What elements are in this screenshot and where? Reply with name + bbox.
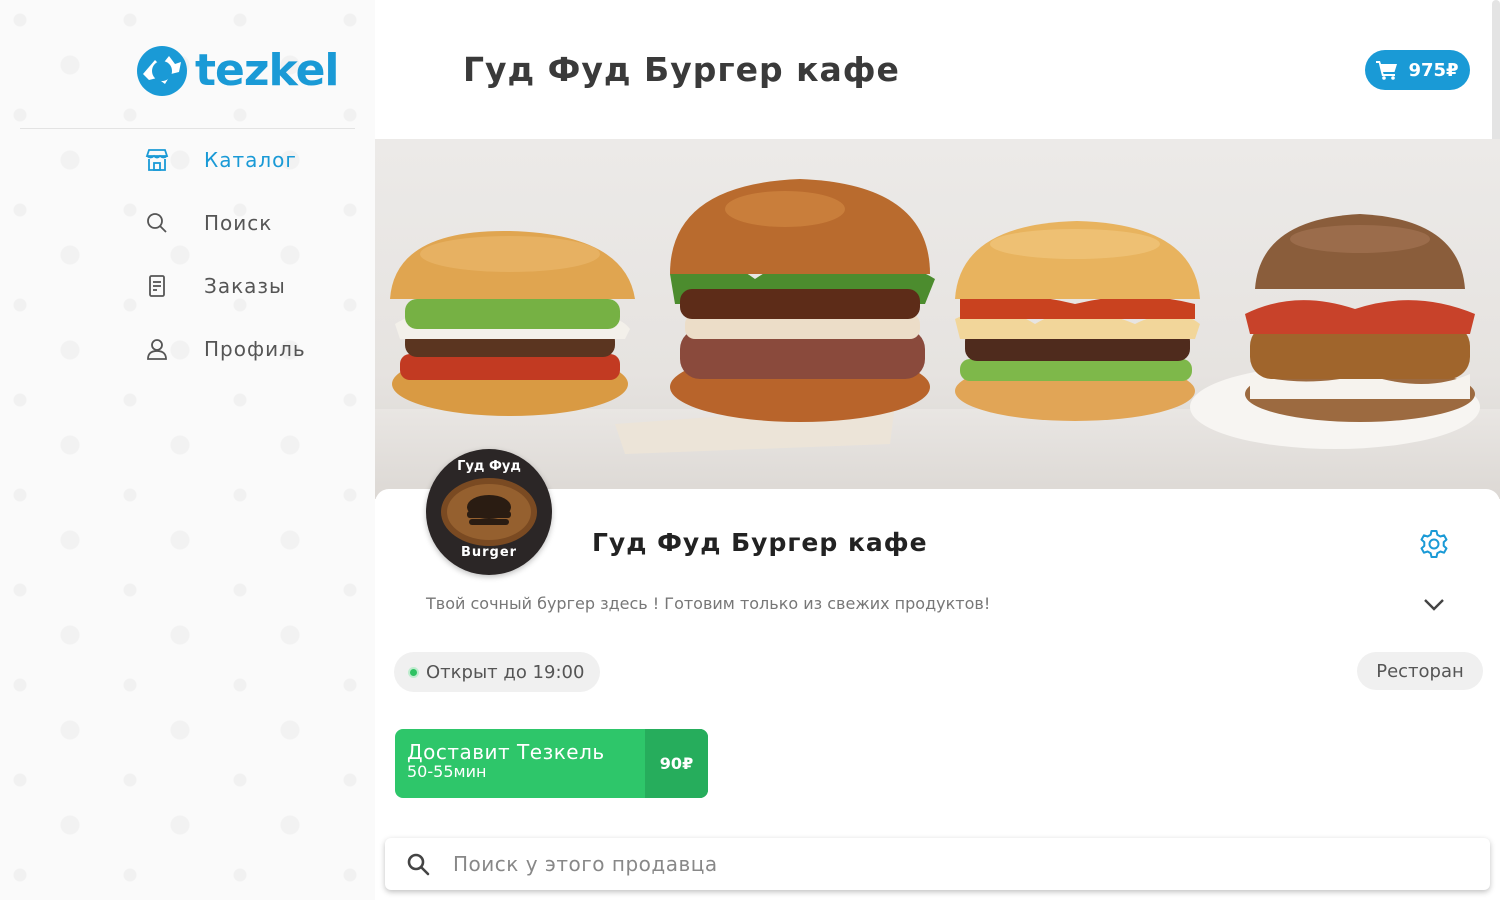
orders-icon	[140, 269, 174, 303]
profile-icon	[140, 332, 174, 366]
category-badge[interactable]: Ресторан	[1357, 652, 1483, 690]
search-icon	[140, 206, 174, 240]
sidebar-divider	[20, 128, 355, 129]
delivery-title: Доставит Тезкель	[407, 740, 605, 764]
shop-logo-text-bottom: Burger	[460, 545, 518, 560]
delivery-time: 50-55мин	[407, 762, 487, 781]
chevron-down-icon	[1424, 599, 1444, 611]
burger-4	[1245, 214, 1475, 422]
shop-description: Твой сочный бургер здесь ! Готовим тольк…	[426, 594, 991, 613]
tezkel-logo[interactable]: tezkel	[135, 44, 339, 98]
shop-name: Гуд Фуд Бургер кафе	[592, 528, 928, 557]
logo-text: tezkel	[195, 45, 339, 96]
cart-icon	[1376, 61, 1398, 80]
shop-logo: Гуд Фуд Burger	[426, 449, 552, 575]
burger-3	[955, 221, 1200, 421]
shop-banner-image	[375, 139, 1500, 499]
shop-logo-text-top: Гуд Фуд	[457, 459, 521, 474]
page-title: Гуд Фуд Бургер кафе	[463, 50, 900, 89]
status-badge: Открыт до 19:00	[394, 652, 600, 692]
sidebar-item-label: Профиль	[204, 337, 306, 361]
status-text: Открыт до 19:00	[426, 661, 585, 683]
sidebar-item-search[interactable]: Поиск	[140, 203, 306, 243]
settings-button[interactable]	[1418, 528, 1450, 560]
sidebar-item-profile[interactable]: Профиль	[140, 329, 306, 369]
delivery-info: Доставит Тезкель 50-55мин	[395, 729, 645, 798]
cart-button[interactable]: 975₽	[1365, 50, 1470, 90]
status-dot-icon	[408, 666, 419, 678]
sidebar-item-label: Поиск	[204, 211, 273, 235]
burger-1	[390, 230, 635, 416]
tezkel-logo-icon	[137, 46, 187, 96]
expand-description-button[interactable]	[1420, 592, 1448, 616]
delivery-option-card[interactable]: Доставит Тезкель 50-55мин 90₽	[395, 729, 708, 798]
sidebar: tezkel Каталог Поиск Заказы Профиль	[0, 0, 375, 900]
search-icon	[407, 853, 430, 876]
store-icon	[140, 143, 174, 177]
shop-search-bar[interactable]	[385, 838, 1490, 890]
delivery-price: 90₽	[645, 729, 708, 798]
cart-amount: 975₽	[1408, 59, 1459, 81]
sidebar-item-orders[interactable]: Заказы	[140, 266, 306, 306]
search-input[interactable]	[453, 852, 1353, 876]
sidebar-nav: Каталог Поиск Заказы Профиль	[140, 140, 306, 392]
burger-2	[670, 179, 935, 422]
sidebar-item-catalog[interactable]: Каталог	[140, 140, 306, 180]
burgers-illustration	[390, 179, 1480, 454]
sidebar-item-label: Каталог	[204, 148, 297, 172]
gear-icon	[1420, 530, 1448, 558]
sidebar-item-label: Заказы	[204, 274, 286, 298]
